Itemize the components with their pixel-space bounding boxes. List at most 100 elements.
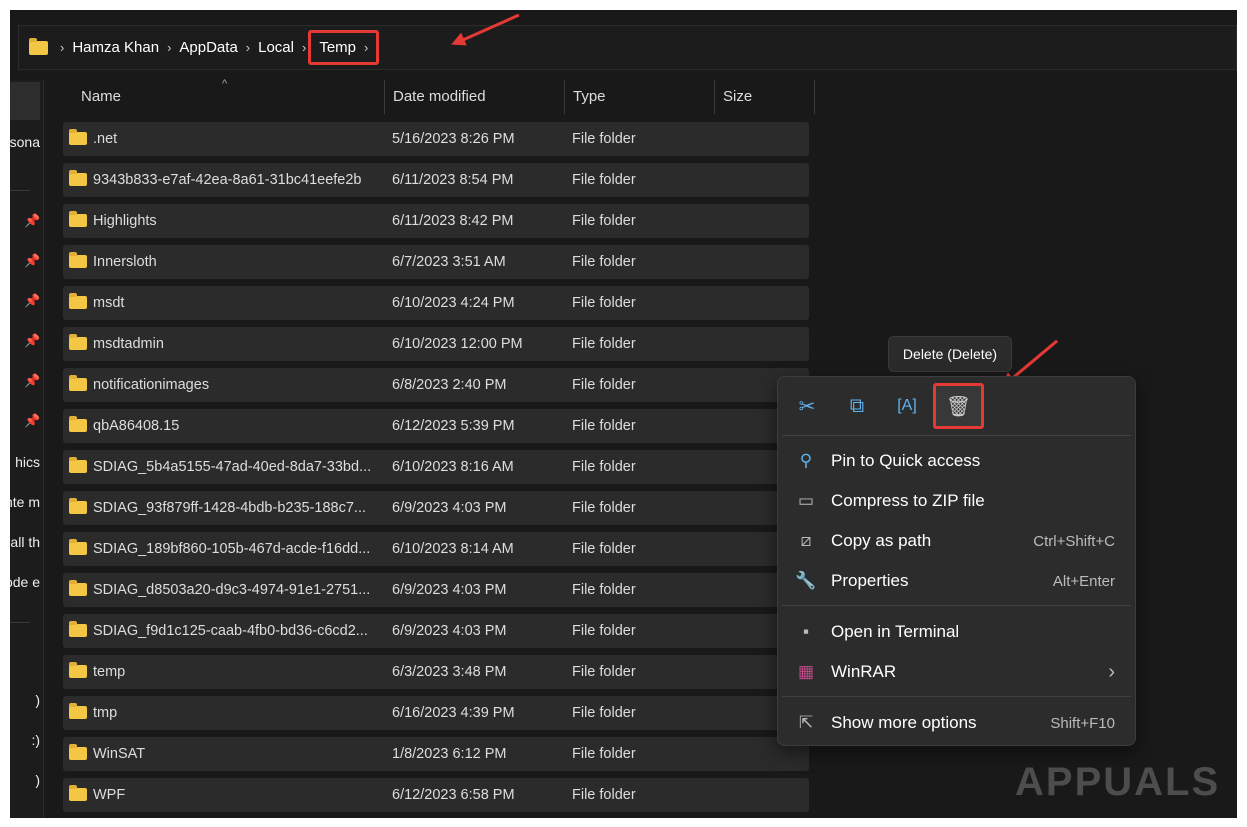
file-type: File folder: [572, 664, 636, 680]
breadcrumb-local[interactable]: Local: [258, 39, 294, 56]
file-row[interactable]: notificationimages 6/8/2023 2:40 PM File…: [63, 368, 809, 402]
appuals-watermark: A​PPUALS: [1015, 760, 1221, 804]
nav-item[interactable]: ): [35, 772, 40, 788]
nav-item[interactable]: sona: [10, 134, 40, 150]
rename-icon: [A]: [897, 397, 917, 414]
file-name: SDIAG_f9d1c125-caab-4fb0-bd36-c6cd2...: [93, 623, 368, 639]
file-row[interactable]: SDIAG_d8503a20-d9c3-4974-91e1-2751... 6/…: [63, 573, 809, 607]
file-row[interactable]: WinSAT 1/8/2023 6:12 PM File folder: [63, 737, 809, 771]
column-header-date[interactable]: Date modified: [385, 80, 565, 114]
menu-item-pin-to-quick-access[interactable]: ⚲ Pin to Quick access: [778, 441, 1135, 481]
file-row[interactable]: 9343b833-e7af-42ea-8a61-31bc41eefe2b 6/1…: [63, 163, 809, 197]
file-type: File folder: [572, 623, 636, 639]
copy-button[interactable]: ⧉: [834, 385, 880, 427]
file-row[interactable]: msdt 6/10/2023 4:24 PM File folder: [63, 286, 809, 320]
chevron-right-icon: ›: [167, 40, 172, 55]
breadcrumb-hamza-khan[interactable]: Hamza Khan: [72, 39, 159, 56]
column-header-size[interactable]: Size: [715, 80, 815, 114]
folder-icon: [69, 334, 87, 350]
menu-item-copy-as-path[interactable]: ⧄ Copy as path Ctrl+Shift+C: [778, 521, 1135, 561]
delete-button[interactable]: 🗑: [933, 383, 984, 429]
file-name: notificationimages: [93, 377, 210, 393]
file-row[interactable]: SDIAG_f9d1c125-caab-4fb0-bd36-c6cd2... 6…: [63, 614, 809, 648]
file-name: .net: [93, 131, 118, 147]
pane-divider[interactable]: [43, 80, 44, 818]
folder-icon: [69, 375, 87, 391]
file-row[interactable]: SDIAG_189bf860-105b-467d-acde-f16dd... 6…: [63, 532, 809, 566]
file-row[interactable]: WPF 6/12/2023 6:58 PM File folder: [63, 778, 809, 812]
breadcrumb-temp[interactable]: Temp: [319, 39, 356, 56]
selected-nav-item[interactable]: [10, 82, 40, 120]
folder-icon: [69, 170, 87, 186]
terminal-icon: ▪: [802, 622, 810, 641]
file-row[interactable]: SDIAG_5b4a5155-47ad-40ed-8da7-33bd... 6/…: [63, 450, 809, 484]
file-name: tmp: [93, 705, 118, 721]
file-row[interactable]: tmp 6/16/2023 4:39 PM File folder: [63, 696, 809, 730]
file-type: File folder: [572, 746, 636, 762]
winrar-icon: ▦: [797, 662, 815, 681]
pin-icon: 📌: [24, 413, 41, 428]
file-type: File folder: [572, 787, 636, 803]
chevron-right-icon: ›: [60, 40, 65, 55]
rename-button[interactable]: [A]: [884, 385, 930, 427]
file-date: 6/12/2023 5:39 PM: [392, 418, 515, 434]
file-name: msdt: [93, 295, 125, 311]
menu-item-properties[interactable]: 🔧 Properties Alt+Enter: [778, 561, 1135, 601]
menu-item-show-more-options[interactable]: ⇱ Show more options Shift+F10: [778, 703, 1135, 743]
file-name: WinSAT: [93, 746, 146, 762]
menu-item-compress-to-zip-file[interactable]: ▭ Compress to ZIP file: [778, 481, 1135, 521]
file-row[interactable]: temp 6/3/2023 3:48 PM File folder: [63, 655, 809, 689]
file-date: 1/8/2023 6:12 PM: [392, 746, 507, 762]
file-row[interactable]: Highlights 6/11/2023 8:42 PM File folder: [63, 204, 809, 238]
wrench-icon: 🔧: [795, 571, 817, 590]
folder-icon: [69, 744, 87, 760]
file-row[interactable]: Innersloth 6/7/2023 3:51 AM File folder: [63, 245, 809, 279]
file-date: 6/7/2023 3:51 AM: [392, 254, 506, 270]
menu-item-open-in-terminal[interactable]: ▪ Open in Terminal: [778, 612, 1135, 652]
column-header-type[interactable]: Type: [565, 80, 715, 114]
file-row[interactable]: msdtadmin 6/10/2023 12:00 PM File folder: [63, 327, 809, 361]
file-date: 6/9/2023 4:03 PM: [392, 582, 507, 598]
file-date: 6/11/2023 8:54 PM: [392, 172, 514, 188]
folder-icon: [69, 621, 87, 637]
file-row[interactable]: SDIAG_93f879ff-1428-4bdb-b235-188c7... 6…: [63, 491, 809, 525]
breadcrumb-appdata[interactable]: AppData: [179, 39, 237, 56]
folder-icon: [69, 703, 87, 719]
file-type: File folder: [572, 295, 636, 311]
folder-icon: [69, 416, 87, 432]
file-type: File folder: [572, 172, 636, 188]
divider: [782, 696, 1131, 697]
file-name: qbA86408.15: [93, 418, 180, 434]
nav-item[interactable]: :): [31, 732, 40, 748]
divider: [782, 435, 1131, 436]
nav-item[interactable]: ode e: [10, 574, 40, 590]
file-type: File folder: [572, 582, 636, 598]
file-type: File folder: [572, 254, 636, 270]
file-type: File folder: [572, 541, 636, 557]
nav-item[interactable]: hics: [15, 454, 40, 470]
file-date: 6/3/2023 3:48 PM: [392, 664, 507, 680]
breadcrumb-temp-highlight[interactable]: Temp ›: [308, 30, 380, 65]
shortcut: Alt+Enter: [1052, 572, 1115, 590]
file-name: WPF: [93, 787, 126, 803]
nav-item[interactable]: nte m: [10, 494, 40, 510]
column-header-name[interactable]: Name: [73, 80, 385, 114]
nav-item[interactable]: ): [35, 692, 40, 708]
address-bar[interactable]: › Hamza Khan › AppData › Local › Temp ›: [18, 25, 1237, 70]
folder-icon: [69, 498, 87, 514]
file-name: SDIAG_d8503a20-d9c3-4974-91e1-2751...: [93, 582, 371, 598]
cut-button[interactable]: ✂: [784, 385, 830, 427]
file-date: 6/9/2023 4:03 PM: [392, 500, 507, 516]
folder-icon: [69, 662, 87, 678]
folder-icon: [69, 211, 87, 227]
menu-item-winrar[interactable]: ▦ WinRAR ›: [778, 652, 1135, 692]
nav-item[interactable]: all th: [10, 534, 40, 550]
path-icon: ⧄: [800, 531, 812, 550]
file-row[interactable]: .net 5/16/2023 8:26 PM File folder: [63, 122, 809, 156]
file-name: Highlights: [93, 213, 157, 229]
file-name: SDIAG_5b4a5155-47ad-40ed-8da7-33bd...: [93, 459, 372, 475]
file-row[interactable]: qbA86408.15 6/12/2023 5:39 PM File folde…: [63, 409, 809, 443]
file-type: File folder: [572, 418, 636, 434]
file-date: 6/9/2023 4:03 PM: [392, 623, 507, 639]
pin-icon: 📌: [24, 253, 41, 268]
